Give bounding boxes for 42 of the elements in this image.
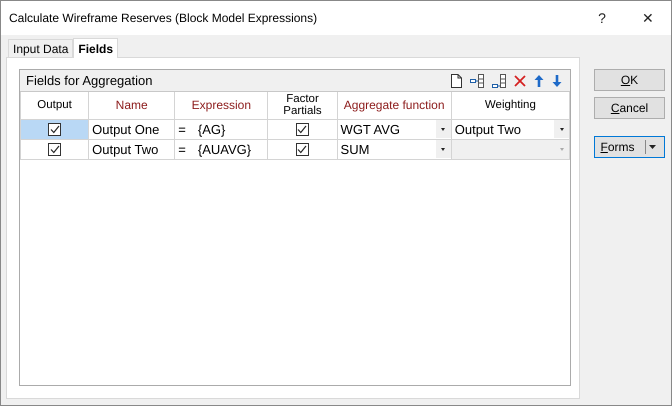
expression-text[interactable]: {AUAVG} xyxy=(198,142,252,156)
column-header: Name xyxy=(88,92,175,119)
name-cell[interactable]: Output Two xyxy=(88,139,175,159)
caret-icon xyxy=(441,128,446,130)
dropdown-button[interactable] xyxy=(554,120,569,138)
window-title: Calculate Wireframe Reserves (Block Model Expressions) xyxy=(9,11,318,25)
equals-sign: = xyxy=(178,142,186,156)
name-cell[interactable]: Output One xyxy=(88,119,175,139)
help-button[interactable]: ? xyxy=(579,1,625,35)
dialog-button[interactable]: Cancel xyxy=(594,97,665,119)
close-button[interactable]: ✕ xyxy=(625,1,671,35)
tab[interactable]: Fields xyxy=(73,38,118,58)
append-row-icon[interactable] xyxy=(492,74,506,88)
caret-icon xyxy=(441,148,446,150)
column-header: Weighting xyxy=(451,92,570,119)
checkbox[interactable] xyxy=(296,142,309,156)
insert-row-icon[interactable] xyxy=(470,74,484,88)
equals-sign: = xyxy=(178,122,186,136)
dialog-button[interactable]: OK xyxy=(594,69,665,91)
expression-text[interactable]: {AG} xyxy=(198,122,226,136)
move-up-icon[interactable] xyxy=(534,74,544,86)
checkbox[interactable] xyxy=(48,142,62,156)
aggregate-value[interactable]: SUM xyxy=(340,142,370,156)
delete-icon[interactable] xyxy=(514,74,526,86)
move-down-icon[interactable] xyxy=(552,74,562,86)
output-cell[interactable] xyxy=(20,139,89,159)
new-document-icon[interactable] xyxy=(451,74,462,88)
caret-icon xyxy=(560,148,564,150)
grid-title: Fields for Aggregation xyxy=(26,73,154,88)
dropdown-button[interactable] xyxy=(436,140,451,158)
column-header: Aggregate function xyxy=(337,92,452,119)
caret-icon xyxy=(560,128,564,130)
dropdown-button[interactable] xyxy=(436,120,451,138)
checkbox[interactable] xyxy=(296,122,309,136)
output-cell[interactable] xyxy=(20,119,89,139)
column-header: Expression xyxy=(174,92,268,119)
caret-icon[interactable] xyxy=(648,145,656,149)
forms-button[interactable]: Forms xyxy=(594,136,665,158)
column-header: Factor Partials xyxy=(268,92,338,119)
column-header: Output xyxy=(20,92,89,119)
tab[interactable]: Input Data xyxy=(8,39,74,57)
checkbox[interactable] xyxy=(48,122,62,136)
